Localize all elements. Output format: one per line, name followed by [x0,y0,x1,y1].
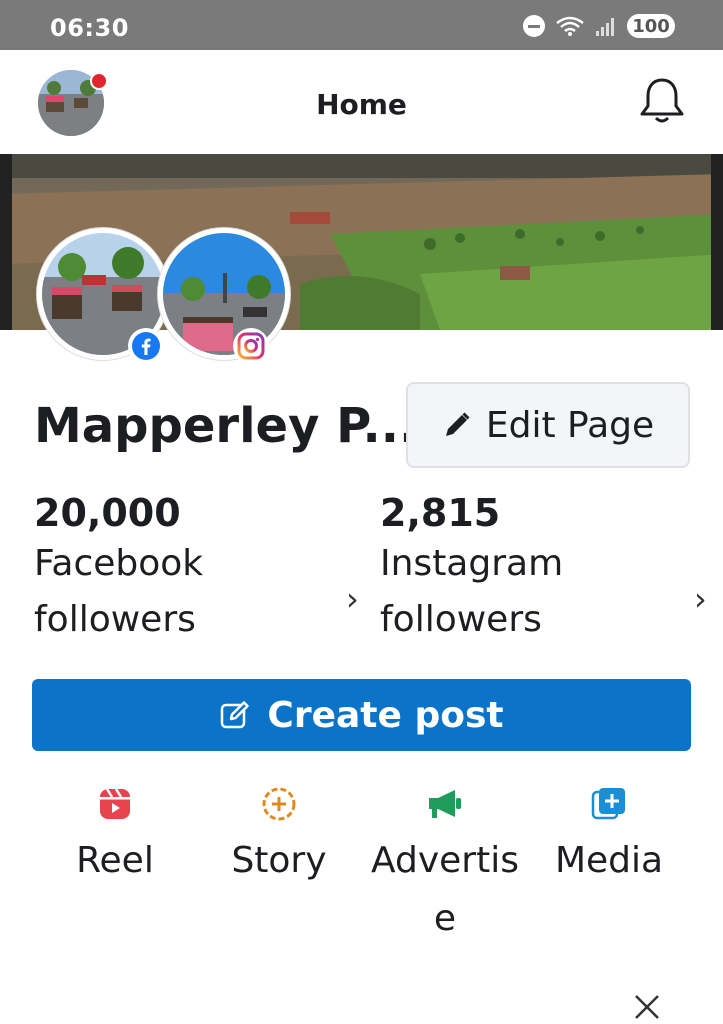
page-title: Home [316,88,407,121]
edit-page-label: Edit Page [485,404,655,446]
chevron-right-icon[interactable]: › [346,580,359,618]
megaphone-icon [429,790,461,818]
media-action[interactable]: Media [524,784,694,890]
chevron-right-icon[interactable]: › [694,580,707,618]
story-label: Story [231,840,327,881]
battery-icon: 100 [627,14,675,38]
bell-icon[interactable] [636,74,688,126]
edit-page-button[interactable]: Edit Page [406,382,690,468]
advertise-action[interactable]: Advertise [360,784,530,948]
reel-label: Reel [76,840,154,881]
close-icon[interactable] [630,990,664,1024]
facebook-badge-icon [128,328,164,364]
media-add-icon [591,788,625,820]
story-action[interactable]: Story [194,784,364,890]
instagram-followers-count: 2,815 [380,491,501,535]
instagram-badge-icon [233,328,269,364]
advertise-label: Advertise [371,840,519,939]
reel-icon [100,788,130,819]
facebook-followers-stat[interactable]: 20,000 Facebook followers [34,490,334,648]
status-bar: 06:30 100 [0,0,723,50]
create-post-button[interactable]: Create post [32,679,691,751]
wifi-icon [556,16,584,36]
instagram-followers-stat[interactable]: 2,815 Instagram followers [380,490,680,648]
media-label: Media [554,840,664,881]
pencil-icon [445,412,470,436]
dnd-icon [523,15,545,37]
signal-icon [596,18,614,36]
create-post-label: Create post [267,694,504,736]
facebook-followers-label: Facebook followers [34,543,204,640]
status-icons: 100 [523,14,675,38]
instagram-followers-label: Instagram followers [380,543,564,640]
facebook-followers-count: 20,000 [34,491,181,535]
instagram-profile-photo[interactable] [158,228,290,360]
page-name: Mapperley P... [34,398,418,454]
compose-icon [221,701,250,729]
status-time: 06:30 [50,14,129,42]
reel-action[interactable]: Reel [30,784,200,890]
story-plus-icon [262,787,296,821]
